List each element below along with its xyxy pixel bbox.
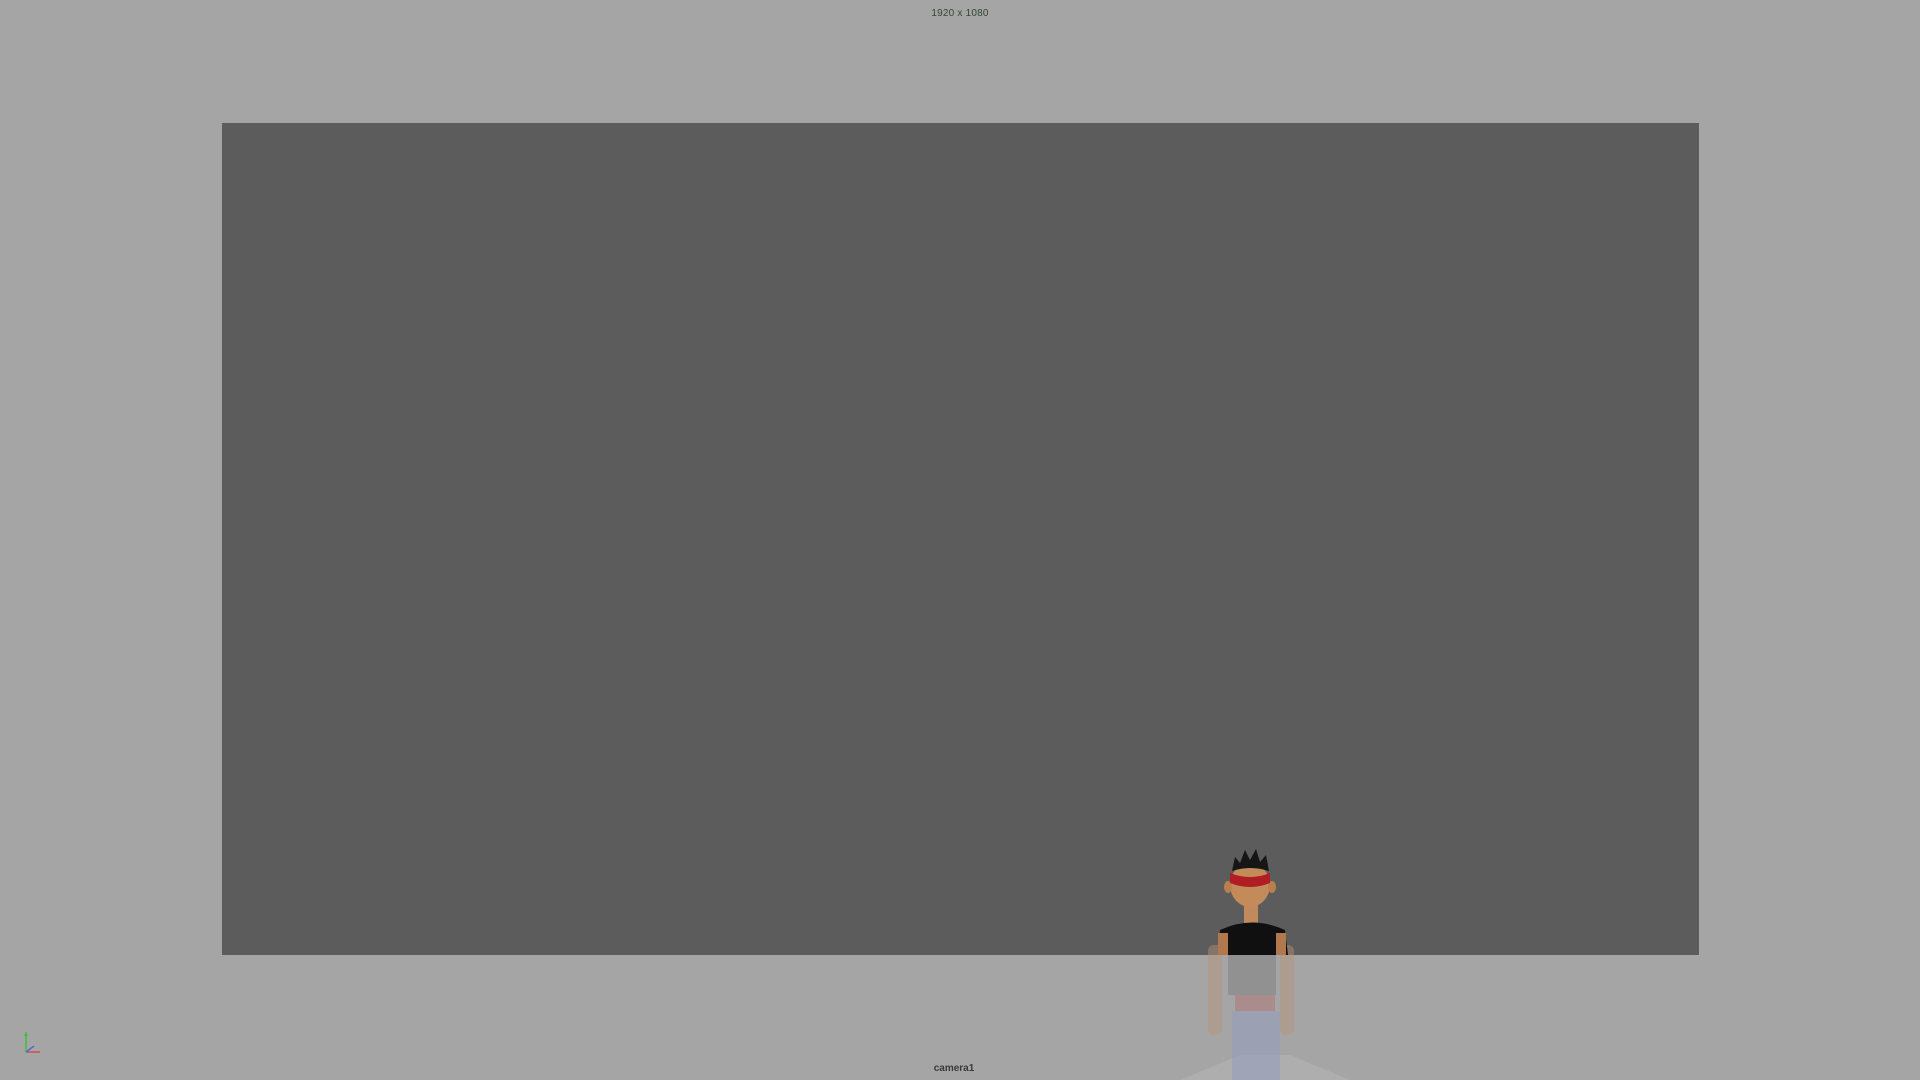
resolution-gate [222, 123, 1699, 955]
resolution-label: 1920 x 1080 [931, 8, 989, 19]
camera-viewport[interactable]: 1920 x 1080 camera1 [0, 0, 1920, 1080]
character-model[interactable] [1190, 845, 1320, 1080]
camera-label: camera1 [933, 1063, 975, 1074]
axis-gizmo-icon [24, 1031, 40, 1053]
